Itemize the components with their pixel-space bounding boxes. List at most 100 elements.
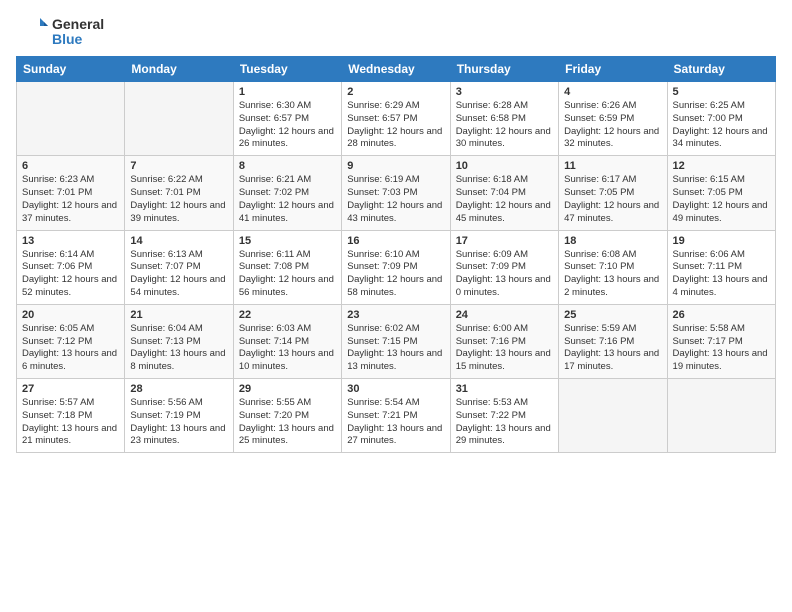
day-info: Sunrise: 6:00 AMSunset: 7:16 PMDaylight:… [456,323,553,374]
day-info: Sunrise: 6:17 AMSunset: 7:05 PMDaylight:… [564,174,661,225]
day-info: Sunrise: 6:21 AMSunset: 7:02 PMDaylight:… [239,174,336,225]
day-info: Sunrise: 6:25 AMSunset: 7:00 PMDaylight:… [673,100,770,151]
weekday-header-monday: Monday [125,57,233,82]
day-info: Sunrise: 6:18 AMSunset: 7:04 PMDaylight:… [456,174,553,225]
day-info: Sunrise: 6:29 AMSunset: 6:57 PMDaylight:… [347,100,444,151]
day-info: Sunrise: 6:09 AMSunset: 7:09 PMDaylight:… [456,249,553,300]
logo-wrapper: General Blue [16,16,104,48]
calendar-cell: 2 Sunrise: 6:29 AMSunset: 6:57 PMDaylight… [342,82,450,156]
calendar-cell: 24 Sunrise: 6:00 AMSunset: 7:16 PMDayligh… [450,304,558,378]
calendar-cell: 27 Sunrise: 5:57 AMSunset: 7:18 PMDayligh… [17,379,125,453]
day-number: 12 [673,160,770,172]
day-number: 10 [456,160,553,172]
calendar-cell: 19 Sunrise: 6:06 AMSunset: 7:11 PMDayligh… [667,230,775,304]
week-row-3: 13 Sunrise: 6:14 AMSunset: 7:06 PMDayligh… [17,230,776,304]
logo-blue-text: Blue [52,32,104,47]
day-info: Sunrise: 6:22 AMSunset: 7:01 PMDaylight:… [130,174,227,225]
weekday-header-wednesday: Wednesday [342,57,450,82]
calendar-cell: 26Sunrise: 5:58 AMSunset: 7:17 PMDayligh… [667,304,775,378]
day-info: Sunrise: 5:53 AMSunset: 7:22 PMDaylight:… [456,397,553,448]
day-number: 27 [22,383,119,395]
week-row-2: 6Sunrise: 6:23 AMSunset: 7:01 PMDaylight… [17,156,776,230]
calendar-cell: 1 Sunrise: 6:30 AMSunset: 6:57 PMDaylight… [233,82,341,156]
day-number: 5 [673,86,770,98]
weekday-header-friday: Friday [559,57,667,82]
logo-icon [16,16,48,48]
calendar-cell: 6Sunrise: 6:23 AMSunset: 7:01 PMDaylight… [17,156,125,230]
day-number: 8 [239,160,336,172]
calendar-cell: 7Sunrise: 6:22 AMSunset: 7:01 PMDaylight… [125,156,233,230]
calendar-cell: 11 Sunrise: 6:17 AMSunset: 7:05 PMDayligh… [559,156,667,230]
week-row-4: 20 Sunrise: 6:05 AMSunset: 7:12 PMDayligh… [17,304,776,378]
logo-general-text: General [52,17,104,32]
calendar-cell [559,379,667,453]
calendar-cell [125,82,233,156]
day-info: Sunrise: 6:28 AMSunset: 6:58 PMDaylight:… [456,100,553,151]
day-number: 13 [22,235,119,247]
week-row-5: 27 Sunrise: 5:57 AMSunset: 7:18 PMDayligh… [17,379,776,453]
day-number: 25 [564,309,661,321]
calendar-cell: 4Sunrise: 6:26 AMSunset: 6:59 PMDaylight… [559,82,667,156]
day-number: 31 [456,383,553,395]
day-number: 6 [22,160,119,172]
day-number: 11 [564,160,661,172]
calendar-cell: 23Sunrise: 6:02 AMSunset: 7:15 PMDayligh… [342,304,450,378]
weekday-header-sunday: Sunday [17,57,125,82]
day-info: Sunrise: 5:55 AMSunset: 7:20 PMDaylight:… [239,397,336,448]
day-info: Sunrise: 6:08 AMSunset: 7:10 PMDaylight:… [564,249,661,300]
day-info: Sunrise: 6:11 AMSunset: 7:08 PMDaylight:… [239,249,336,300]
calendar-cell: 31 Sunrise: 5:53 AMSunset: 7:22 PMDayligh… [450,379,558,453]
day-number: 9 [347,160,444,172]
day-info: Sunrise: 5:59 AMSunset: 7:16 PMDaylight:… [564,323,661,374]
day-info: Sunrise: 6:14 AMSunset: 7:06 PMDaylight:… [22,249,119,300]
calendar-cell: 9 Sunrise: 6:19 AMSunset: 7:03 PMDaylight… [342,156,450,230]
calendar-cell: 28Sunrise: 5:56 AMSunset: 7:19 PMDayligh… [125,379,233,453]
day-number: 29 [239,383,336,395]
day-number: 16 [347,235,444,247]
calendar-cell: 22Sunrise: 6:03 AMSunset: 7:14 PMDayligh… [233,304,341,378]
day-number: 21 [130,309,227,321]
calendar-cell: 21 Sunrise: 6:04 AMSunset: 7:13 PMDayligh… [125,304,233,378]
day-info: Sunrise: 6:19 AMSunset: 7:03 PMDaylight:… [347,174,444,225]
calendar-table: SundayMondayTuesdayWednesdayThursdayFrid… [16,56,776,453]
calendar-cell: 18 Sunrise: 6:08 AMSunset: 7:10 PMDayligh… [559,230,667,304]
day-info: Sunrise: 6:06 AMSunset: 7:11 PMDaylight:… [673,249,770,300]
day-info: Sunrise: 6:10 AMSunset: 7:09 PMDaylight:… [347,249,444,300]
day-info: Sunrise: 5:54 AMSunset: 7:21 PMDaylight:… [347,397,444,448]
calendar-cell: 17Sunrise: 6:09 AMSunset: 7:09 PMDayligh… [450,230,558,304]
logo: General Blue [16,16,104,48]
day-number: 19 [673,235,770,247]
week-row-1: 1 Sunrise: 6:30 AMSunset: 6:57 PMDaylight… [17,82,776,156]
day-number: 15 [239,235,336,247]
day-number: 2 [347,86,444,98]
page-header: General Blue [16,16,776,48]
calendar-cell: 8 Sunrise: 6:21 AMSunset: 7:02 PMDaylight… [233,156,341,230]
day-number: 23 [347,309,444,321]
day-number: 22 [239,309,336,321]
day-info: Sunrise: 6:30 AMSunset: 6:57 PMDaylight:… [239,100,336,151]
day-number: 24 [456,309,553,321]
day-info: Sunrise: 6:04 AMSunset: 7:13 PMDaylight:… [130,323,227,374]
day-number: 18 [564,235,661,247]
day-number: 30 [347,383,444,395]
calendar-cell: 20 Sunrise: 6:05 AMSunset: 7:12 PMDayligh… [17,304,125,378]
calendar-cell: 29 Sunrise: 5:55 AMSunset: 7:20 PMDayligh… [233,379,341,453]
day-info: Sunrise: 5:57 AMSunset: 7:18 PMDaylight:… [22,397,119,448]
calendar-cell [667,379,775,453]
calendar-cell: 30 Sunrise: 5:54 AMSunset: 7:21 PMDayligh… [342,379,450,453]
day-info: Sunrise: 6:15 AMSunset: 7:05 PMDaylight:… [673,174,770,225]
calendar-cell: 5 Sunrise: 6:25 AMSunset: 7:00 PMDaylight… [667,82,775,156]
day-number: 3 [456,86,553,98]
calendar-cell [17,82,125,156]
day-info: Sunrise: 6:05 AMSunset: 7:12 PMDaylight:… [22,323,119,374]
day-info: Sunrise: 5:58 AMSunset: 7:17 PMDaylight:… [673,323,770,374]
day-number: 1 [239,86,336,98]
day-number: 20 [22,309,119,321]
calendar-cell: 14Sunrise: 6:13 AMSunset: 7:07 PMDayligh… [125,230,233,304]
day-info: Sunrise: 5:56 AMSunset: 7:19 PMDaylight:… [130,397,227,448]
calendar-cell: 3 Sunrise: 6:28 AMSunset: 6:58 PMDaylight… [450,82,558,156]
day-number: 4 [564,86,661,98]
weekday-header-saturday: Saturday [667,57,775,82]
calendar-cell: 13 Sunrise: 6:14 AMSunset: 7:06 PMDayligh… [17,230,125,304]
calendar-cell: 16 Sunrise: 6:10 AMSunset: 7:09 PMDayligh… [342,230,450,304]
